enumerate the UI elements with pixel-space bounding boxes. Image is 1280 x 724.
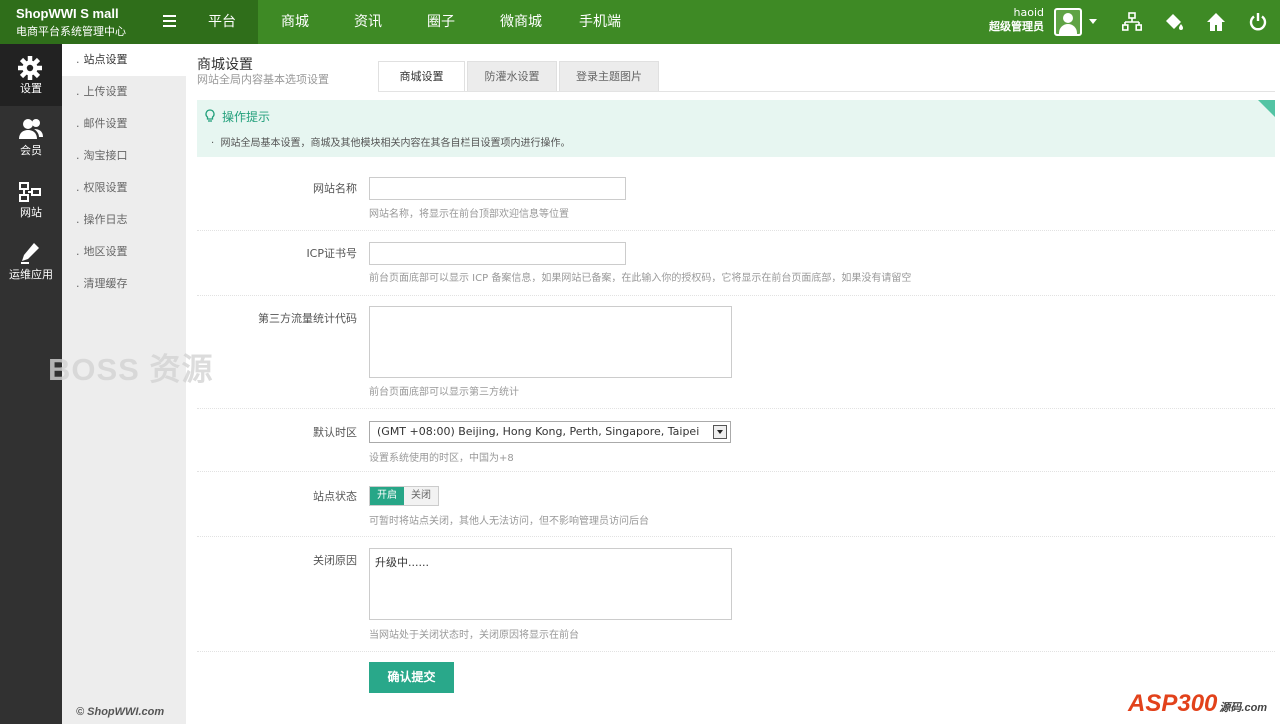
close-reason-label: 关闭原因	[313, 554, 357, 567]
page-subtitle: 网站全局内容基本选项设置	[197, 73, 329, 86]
lightbulb-icon	[205, 109, 215, 122]
chevron-down-icon[interactable]	[1089, 19, 1097, 24]
submenu-item-operation-log[interactable]: 操作日志	[62, 204, 186, 236]
timezone-select[interactable]: (GMT +08:00) Beijing, Hong Kong, Perth, …	[369, 421, 731, 443]
site-status-label: 站点状态	[313, 490, 357, 503]
site-status-toggle[interactable]: 开启 关闭	[369, 486, 439, 506]
collapse-corner-icon[interactable]	[1258, 100, 1275, 117]
avatar[interactable]	[1054, 8, 1082, 36]
nav-item-wechat-shop[interactable]: 微商城	[478, 0, 564, 44]
submenu-item-permissions[interactable]: 权限设置	[62, 172, 186, 204]
site-name-input[interactable]	[369, 177, 626, 200]
watermark-left: BOSS 资源	[48, 352, 214, 387]
watermark-logo: ASP300 源码.com	[1128, 690, 1267, 718]
sitemap-icon[interactable]	[1122, 12, 1142, 32]
form-row-icp: ICP证书号 前台页面底部可以显示 ICP 备案信息，如果网站已备案，在此输入你…	[197, 231, 1275, 296]
tab-shop-settings[interactable]: 商城设置	[378, 61, 465, 92]
close-reason-textarea[interactable]: 升级中......	[369, 548, 732, 620]
site-status-hint: 可暂时将站点关闭，其他人无法访问，但不影响管理员访问后台	[369, 516, 649, 527]
top-bar: ShopWWI S mall 电商平台系统管理中心 平台 商城 资讯 圈子 微商…	[0, 0, 1280, 44]
user-role: 超级管理员	[989, 20, 1044, 33]
main-content: 商城设置 网站全局内容基本选项设置 商城设置 防灌水设置 登录主题图片 操作提示…	[186, 44, 1280, 724]
site-name-hint: 网站名称，将显示在前台顶部欢迎信息等位置	[369, 209, 569, 220]
sidebar-item-members[interactable]: 会员	[0, 106, 62, 168]
watermark-logo-text: ASP300	[1128, 690, 1218, 717]
form-row-timezone: 默认时区 (GMT +08:00) Beijing, Hong Kong, Pe…	[197, 409, 1275, 472]
nav-item-mobile[interactable]: 手机端	[564, 0, 636, 44]
sidebar-item-settings[interactable]: 设置	[0, 44, 62, 106]
submenu-item-upload-settings[interactable]: 上传设置	[62, 76, 186, 108]
watermark-logo-sub: 源码.com	[1219, 702, 1268, 714]
tips-title: 操作提示	[222, 110, 271, 124]
user-name: haoid	[1013, 6, 1044, 19]
close-reason-hint: 当网站处于关闭状态时，关闭原因将显示在前台	[369, 630, 579, 641]
sidebar-item-label: 会员	[20, 144, 42, 157]
sidebar-item-label: 运维应用	[9, 268, 53, 281]
form-row-stat-code: 第三方流量统计代码 前台页面底部可以显示第三方统计	[197, 296, 1275, 409]
gear-icon	[18, 56, 42, 80]
top-nav: 平台 商城 资讯 圈子 微商城 手机端	[186, 0, 636, 44]
users-icon	[19, 119, 43, 139]
form-row-site-status: 站点状态 开启 关闭 可暂时将站点关闭，其他人无法访问，但不影响管理员访问后台	[197, 472, 1275, 537]
tips-text: · 网站全局基本设置，商城及其他模块相关内容在其各自栏目设置项内进行操作。	[211, 138, 571, 149]
icp-input[interactable]	[369, 242, 626, 265]
sidebar-item-ops[interactable]: 运维应用	[0, 230, 62, 292]
form-row-close-reason: 关闭原因 升级中...... 当网站处于关闭状态时，关闭原因将显示在前台	[197, 537, 1275, 652]
home-icon[interactable]	[1206, 12, 1226, 32]
brand-subtitle: 电商平台系统管理中心	[16, 25, 126, 38]
brand-name: ShopWWI S mall	[16, 6, 119, 21]
icp-hint: 前台页面底部可以显示 ICP 备案信息，如果网站已备案，在此输入你的授权码，它将…	[369, 273, 912, 284]
brand: ShopWWI S mall 电商平台系统管理中心	[0, 0, 186, 44]
icp-label: ICP证书号	[306, 247, 357, 260]
sidebar-item-website[interactable]: 网站	[0, 168, 62, 230]
site-status-off-button[interactable]: 关闭	[404, 487, 438, 505]
copyright: © ShopWWI.com	[76, 706, 165, 718]
stat-code-hint: 前台页面底部可以显示第三方统计	[369, 387, 519, 398]
site-status-on-button[interactable]: 开启	[370, 487, 404, 505]
sidebar-item-label: 设置	[20, 82, 42, 95]
tab-divider	[378, 91, 1275, 92]
submenu-item-taobao-api[interactable]: 淘宝接口	[62, 140, 186, 172]
nav-item-circle[interactable]: 圈子	[404, 0, 478, 44]
user-info[interactable]: haoid 超级管理员	[988, 6, 1044, 34]
chevron-down-icon[interactable]	[713, 425, 727, 439]
timezone-value: (GMT +08:00) Beijing, Hong Kong, Perth, …	[377, 425, 700, 438]
sidebar-item-label: 网站	[20, 206, 42, 219]
submenu-item-site-settings[interactable]: 站点设置	[62, 44, 194, 76]
nav-item-news[interactable]: 资讯	[332, 0, 404, 44]
timezone-hint: 设置系统使用的时区，中国为+8	[369, 453, 514, 464]
sitemap-icon	[19, 182, 41, 202]
tab-login-theme[interactable]: 登录主题图片	[559, 61, 659, 92]
tips-text-content: 网站全局基本设置，商城及其他模块相关内容在其各自栏目设置项内进行操作。	[220, 138, 571, 149]
tab-anti-spam[interactable]: 防灌水设置	[467, 61, 557, 92]
menu-toggle-icon[interactable]	[163, 15, 176, 27]
nav-item-shop[interactable]: 商城	[258, 0, 332, 44]
submenu-item-mail-settings[interactable]: 邮件设置	[62, 108, 186, 140]
submenu-item-clear-cache[interactable]: 清理缓存	[62, 268, 186, 300]
timezone-label: 默认时区	[313, 426, 357, 439]
paint-bucket-icon[interactable]	[1164, 12, 1184, 32]
stat-code-textarea[interactable]	[369, 306, 732, 378]
power-icon[interactable]	[1248, 12, 1268, 32]
submit-button[interactable]: 确认提交	[369, 662, 454, 693]
site-name-label: 网站名称	[313, 182, 357, 195]
form-row-site-name: 网站名称 网站名称，将显示在前台顶部欢迎信息等位置	[197, 167, 1275, 231]
pen-icon	[21, 243, 39, 264]
nav-item-platform[interactable]: 平台	[186, 0, 258, 44]
tips-panel: 操作提示 · 网站全局基本设置，商城及其他模块相关内容在其各自栏目设置项内进行操…	[197, 100, 1275, 157]
submenu-item-region-settings[interactable]: 地区设置	[62, 236, 186, 268]
stat-code-label: 第三方流量统计代码	[258, 312, 357, 325]
